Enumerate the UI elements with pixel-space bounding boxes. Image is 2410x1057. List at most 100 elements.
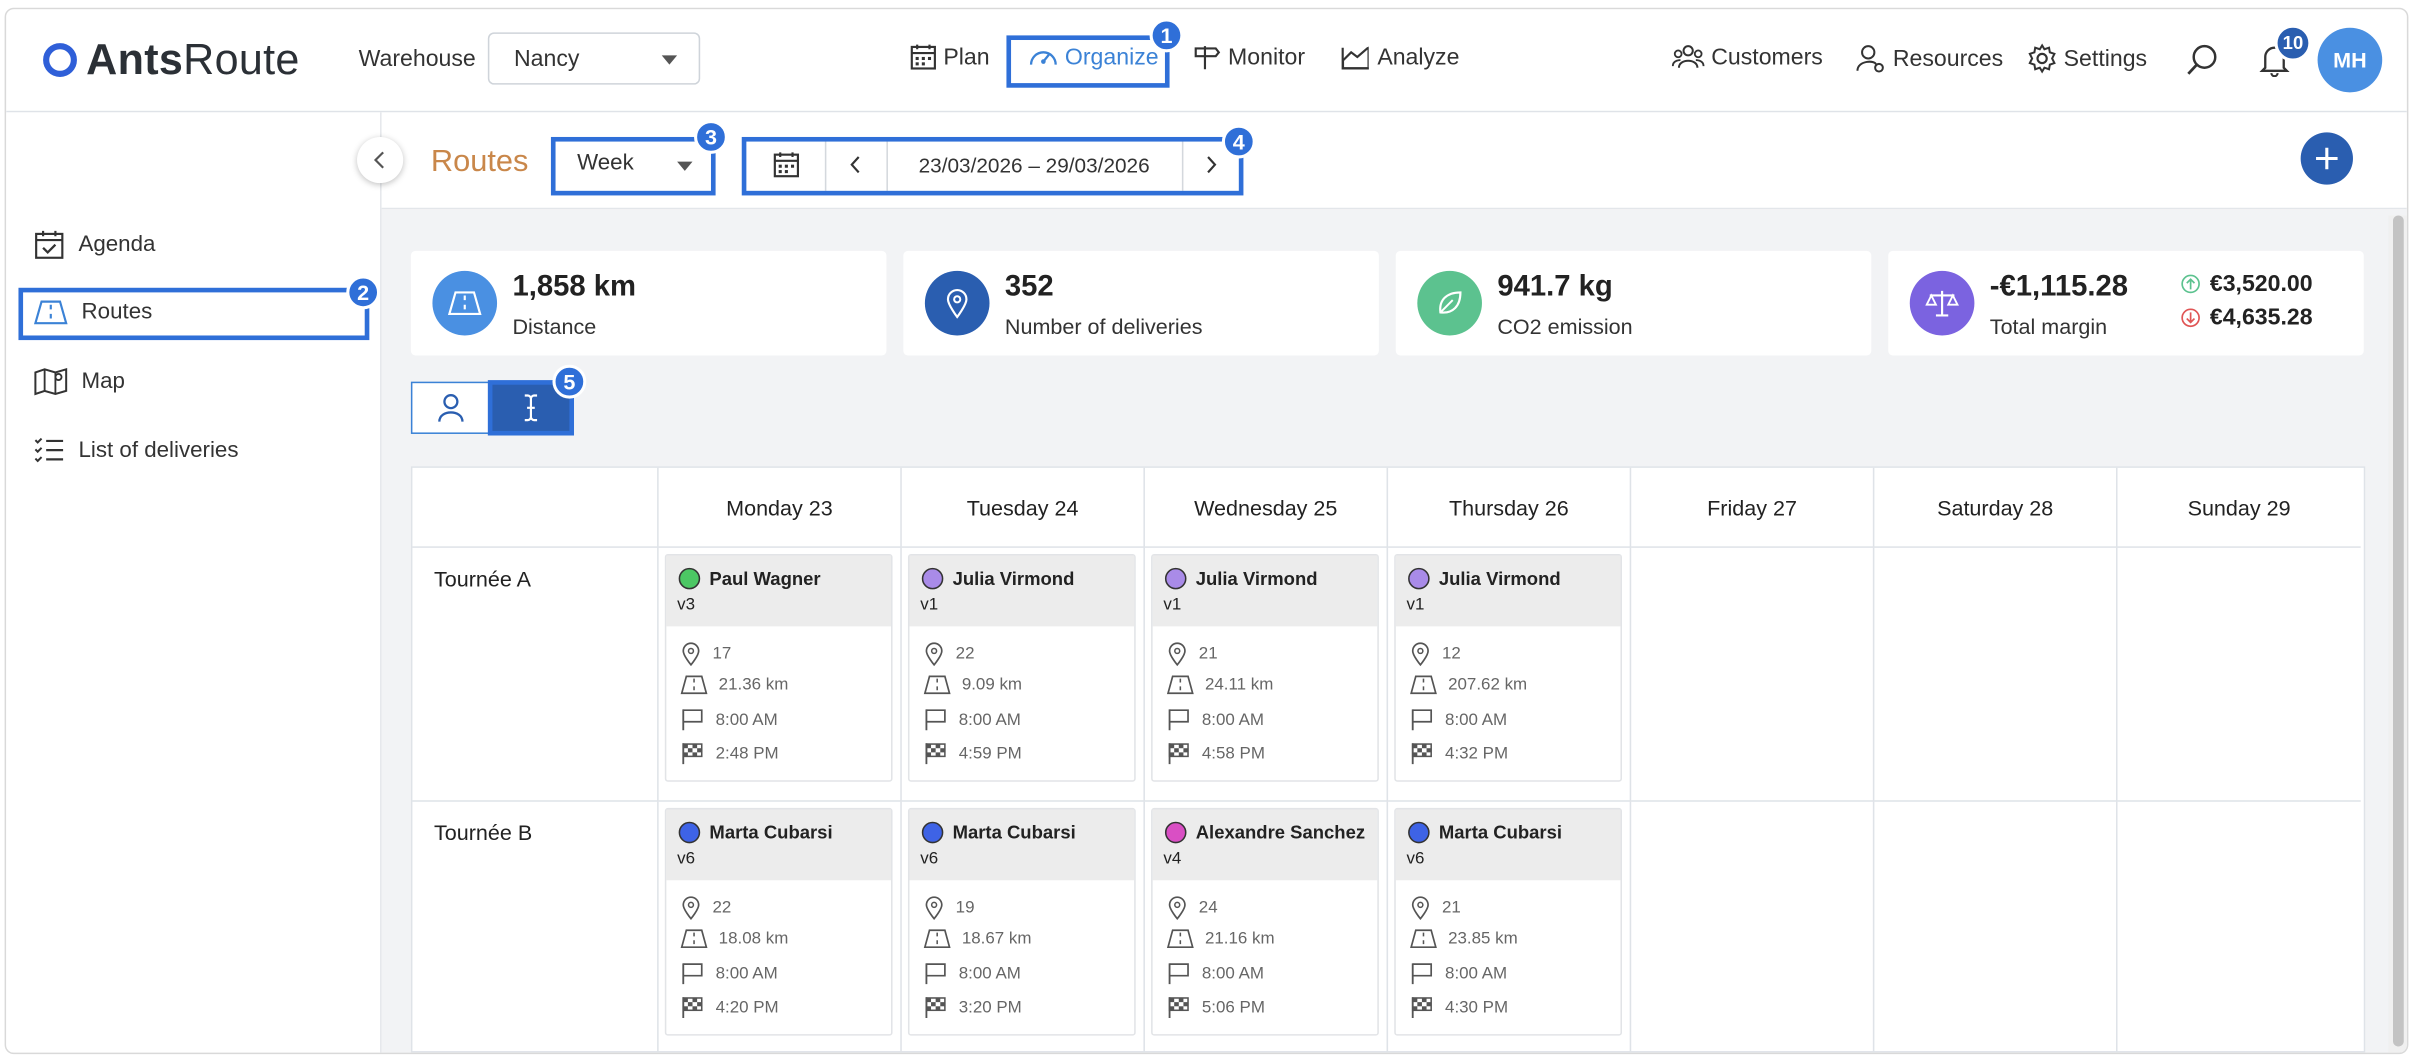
- user-avatar[interactable]: MH: [2317, 27, 2383, 93]
- row-label: Tournée A: [433, 566, 532, 591]
- notification-count-badge: 10: [2274, 24, 2312, 62]
- arrow-down-icon: [2181, 308, 2200, 328]
- scrollbar-thumb[interactable]: [2392, 215, 2404, 1047]
- route-card-header: Marta Cubarsi v6: [666, 809, 892, 881]
- route-stops-value: 22: [955, 644, 975, 664]
- schedule-cell: Julia Virmond v1 22 9.09 km 8:00 AM 4:59 PM: [901, 547, 1145, 802]
- nav-plan-label: Plan: [943, 43, 990, 71]
- gear-icon: [2028, 43, 2056, 74]
- road-icon: [923, 675, 951, 695]
- route-start-value: 8:00 AM: [1445, 964, 1508, 983]
- warehouse-select[interactable]: Nancy: [487, 32, 701, 85]
- day-header: Sunday 29: [2117, 468, 2361, 548]
- route-start-value: 8:00 AM: [715, 710, 778, 729]
- nav-analyze[interactable]: Analyze: [1340, 43, 1459, 71]
- nav-settings-label: Settings: [2063, 45, 2148, 72]
- logo-mark-icon: [43, 43, 77, 77]
- route-stops: 22: [923, 642, 975, 667]
- route-version: v1: [920, 595, 939, 615]
- warehouse-label: Warehouse: [358, 46, 476, 73]
- search-icon: [2187, 44, 2217, 75]
- user-icon: [438, 394, 464, 422]
- route-card-header: Julia Virmond v1: [1152, 555, 1378, 627]
- route-stops: 21: [1410, 896, 1461, 921]
- top-navigation-bar: AntsRoute Warehouse Nancy Plan Organize …: [6, 9, 2407, 113]
- route-card[interactable]: Alexandre Sanchez v4 24 21.16 km 8:00 AM 5:06…: [1151, 807, 1379, 1036]
- nav-plan[interactable]: Plan: [909, 43, 990, 71]
- route-start-value: 8:00 AM: [1201, 710, 1264, 729]
- route-card[interactable]: Julia Virmond v1 21 24.11 km 8:00 AM 4:58 PM: [1151, 554, 1379, 782]
- nav-resources[interactable]: Resources: [1856, 43, 2003, 74]
- highlight-box-organize: [1006, 35, 1170, 88]
- checkered-flag-icon: [1411, 997, 1432, 1018]
- route-end: 4:59 PM: [923, 742, 1022, 765]
- route-card[interactable]: Paul Wagner v3 17 21.36 km 8:00 AM 2:48 PM: [664, 554, 893, 782]
- route-card[interactable]: Marta Cubarsi v6 19 18.67 km 8:00 AM 3:20 PM: [907, 807, 1136, 1036]
- row-label: Tournée B: [433, 820, 533, 845]
- flag-icon: [1168, 709, 1189, 731]
- map-pin-icon: [1168, 642, 1186, 667]
- nav-monitor[interactable]: Monitor: [1191, 43, 1305, 71]
- add-route-button[interactable]: [2300, 132, 2353, 185]
- route-end: 4:20 PM: [680, 996, 779, 1019]
- sidebar-collapse-button[interactable]: [357, 136, 404, 184]
- route-distance: 9.09 km: [923, 674, 1022, 696]
- sidebar-item-agenda[interactable]: Agenda: [34, 229, 155, 260]
- annotation-badge-4: 4: [1221, 124, 1256, 159]
- schedule-cell: [1874, 547, 2118, 802]
- calendar-check-icon: [35, 230, 64, 259]
- stat-card-distance: 1,858 km Distance: [410, 250, 887, 356]
- day-header: Friday 27: [1631, 467, 1875, 548]
- search-button[interactable]: [2185, 43, 2219, 85]
- annotation-badge-3: 3: [694, 120, 728, 154]
- nav-customers[interactable]: Customers: [1671, 43, 1823, 71]
- route-start: 8:00 AM: [1166, 962, 1264, 985]
- route-distance-value: 24.11 km: [1204, 675, 1274, 695]
- route-distance-value: 207.62 km: [1448, 675, 1528, 695]
- driver-color-dot: [1408, 821, 1430, 844]
- route-end-value: 4:30 PM: [1445, 997, 1509, 1017]
- schedule-cell: Julia Virmond v1 21 24.11 km 8:00 AM 4:58 PM: [1144, 547, 1389, 802]
- map-pin-icon: [1411, 896, 1429, 921]
- highlight-box-routes: [18, 287, 370, 341]
- route-start: 8:00 AM: [1166, 708, 1264, 731]
- sidebar-item-map[interactable]: Map: [34, 366, 125, 397]
- warehouse-value: Nancy: [513, 46, 580, 73]
- route-card[interactable]: Marta Cubarsi v6 22 18.08 km 8:00 AM 4:20 PM: [664, 807, 893, 1036]
- chevron-left-icon: [373, 151, 384, 169]
- road-icon: [680, 675, 708, 695]
- antsroute-logo[interactable]: AntsRoute: [43, 35, 300, 84]
- sidebar-item-label: List of deliveries: [78, 438, 239, 464]
- route-distance-value: 21.36 km: [718, 675, 789, 695]
- row-header: Tournée B: [412, 801, 659, 1053]
- sidebar-item-list-of-deliveries[interactable]: List of deliveries: [34, 436, 239, 467]
- leaf-icon: [1417, 270, 1482, 336]
- nav-resources-label: Resources: [1892, 45, 2004, 72]
- routes-toolbar: Routes Week 3 23/03/2026 – 29/03/2026 4: [381, 112, 2407, 210]
- route-card-header: Marta Cubarsi v6: [1395, 809, 1621, 881]
- driver-color-dot: [1408, 567, 1430, 590]
- chart-icon: [1341, 46, 1369, 70]
- route-stops-value: 21: [1198, 644, 1218, 664]
- route-distance-value: 23.85 km: [1448, 929, 1518, 948]
- road-icon: [923, 929, 951, 949]
- nav-settings[interactable]: Settings: [2027, 43, 2147, 74]
- route-stops-value: 22: [712, 898, 732, 918]
- day-header: Wednesday 25: [1144, 467, 1389, 548]
- flag-icon: [1168, 963, 1189, 985]
- route-stops-value: 17: [712, 644, 732, 664]
- route-card[interactable]: Julia Virmond v1 22 9.09 km 8:00 AM 4:59 PM: [907, 554, 1136, 782]
- route-end-value: 2:48 PM: [715, 744, 779, 763]
- calendar-icon: [910, 44, 936, 70]
- driver-view-button[interactable]: [410, 381, 491, 434]
- schedule-cell: Marta Cubarsi v6 19 18.67 km 8:00 AM 3:20 PM: [902, 801, 1145, 1053]
- checkered-flag-icon: [682, 743, 703, 765]
- route-card[interactable]: Marta Cubarsi v6 21 23.85 km 8:00 AM 4:30 PM: [1394, 807, 1623, 1036]
- route-end: 5:06 PM: [1166, 996, 1265, 1019]
- map-pin-icon: [682, 896, 700, 921]
- schedule-cell: [1631, 801, 1875, 1053]
- vertical-scrollbar[interactable]: [2388, 215, 2407, 1053]
- route-card[interactable]: Julia Virmond v1 12 207.62 km 8:00 AM 4:32 PM: [1394, 554, 1623, 782]
- route-end: 4:32 PM: [1410, 742, 1508, 765]
- driver-color-dot: [678, 821, 701, 844]
